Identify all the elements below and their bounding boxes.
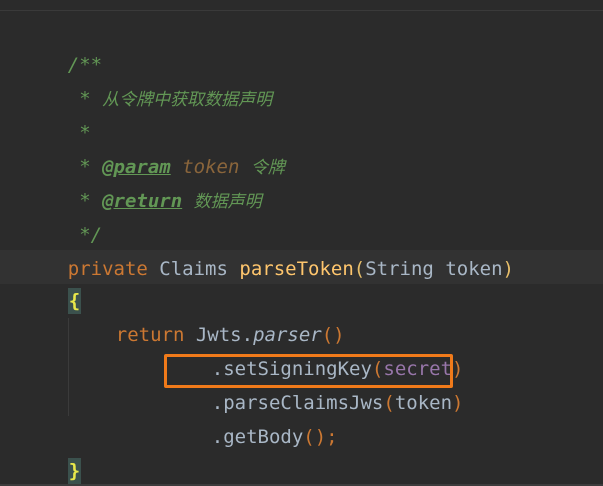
code-line-javadoc-param[interactable]: * @param token 令牌 bbox=[22, 116, 285, 178]
indent-guide bbox=[68, 318, 69, 416]
get-body-method[interactable]: .getBody bbox=[212, 426, 304, 448]
param-name[interactable]: token bbox=[445, 258, 502, 280]
param-type[interactable]: String bbox=[365, 258, 434, 280]
code-line-javadoc-summary[interactable]: * 从令牌中获取数据声明 bbox=[22, 48, 272, 110]
code-editor[interactable]: /** * 从令牌中获取数据声明 * * @param token 令牌 * @… bbox=[0, 0, 603, 486]
close-brace-matched: } bbox=[67, 458, 82, 484]
semicolon: ; bbox=[326, 426, 338, 448]
return-type[interactable]: Claims bbox=[159, 258, 228, 280]
call3-parens: () bbox=[303, 426, 327, 448]
open-paren: ( bbox=[353, 258, 366, 280]
code-line-open-brace[interactable]: { bbox=[22, 250, 82, 314]
code-line-close-brace[interactable]: } bbox=[22, 420, 82, 484]
javadoc-return-desc: 数据声明 bbox=[193, 192, 262, 212]
javadoc-summary: 从令牌中获取数据声明 bbox=[102, 90, 273, 110]
code-line-javadoc-close[interactable]: */ bbox=[22, 184, 102, 246]
code-line-return[interactable]: return Jwts.parser() bbox=[70, 284, 345, 346]
code-line-javadoc-return[interactable]: * @return 数据声明 bbox=[22, 150, 261, 212]
call2-open-paren: ( bbox=[383, 392, 395, 414]
token-arg[interactable]: token bbox=[395, 392, 452, 414]
code-line-set-signing-key[interactable]: .setSigningKey(secret) bbox=[166, 318, 464, 380]
code-line-javadoc-open[interactable]: /** bbox=[22, 14, 102, 76]
code-line-signature[interactable]: private Claims parseToken(String token) bbox=[22, 218, 514, 280]
close-paren: ) bbox=[502, 258, 514, 280]
code-line-javadoc-empty[interactable]: * bbox=[22, 82, 90, 144]
editor-top-edge bbox=[0, 0, 603, 11]
call2-close-paren: ) bbox=[452, 392, 464, 414]
annotation-highlight-box bbox=[164, 354, 453, 388]
method-name[interactable]: parseToken bbox=[239, 258, 353, 280]
javadoc-return-tag[interactable]: @return bbox=[102, 190, 182, 212]
code-line-get-body[interactable]: .getBody(); bbox=[166, 386, 338, 448]
